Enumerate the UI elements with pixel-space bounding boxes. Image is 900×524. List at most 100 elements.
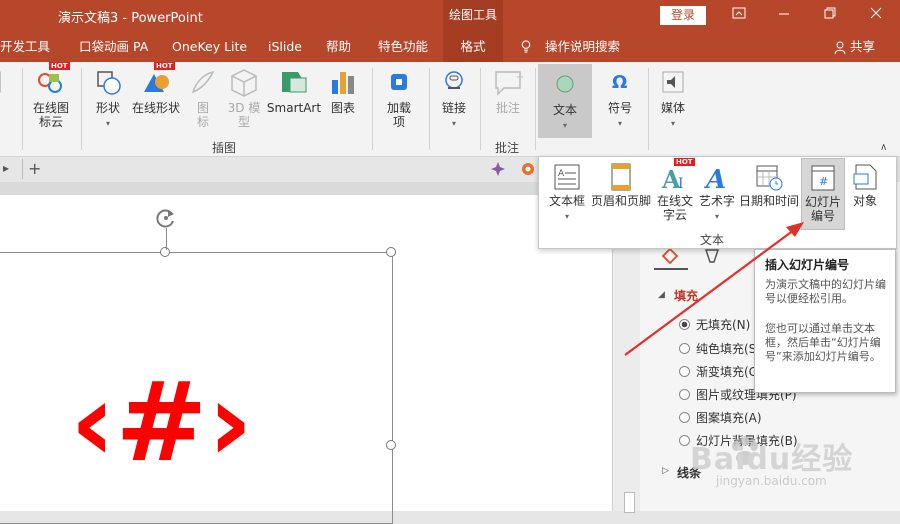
icons-button[interactable]: 图标: [186, 66, 220, 129]
symbols-button[interactable]: Ω 符号 ▾: [600, 66, 640, 131]
svg-text:I: I: [678, 176, 684, 192]
tell-me-search[interactable]: 操作说明搜索: [545, 32, 620, 62]
expand-line-icon[interactable]: ▷: [662, 466, 669, 476]
radio-icon: [679, 366, 690, 377]
tab-developer[interactable]: 开发工具: [0, 32, 50, 62]
login-button[interactable]: 登录: [660, 6, 706, 25]
chevron-down-icon: ▾: [617, 119, 622, 128]
pattern-fill-option[interactable]: 图案填充(A): [679, 409, 762, 426]
header-footer-button[interactable]: 页眉和页脚: [589, 162, 653, 208]
restore-icon[interactable]: [818, 4, 842, 26]
resize-handle-right[interactable]: [386, 440, 396, 450]
online-icon-cloud-label: 在线图标云: [32, 101, 69, 129]
text-button[interactable]: 文本 ▾: [538, 64, 592, 138]
media-button[interactable]: 媒体 ▾: [654, 66, 692, 131]
resize-handle-top-right[interactable]: [386, 247, 396, 257]
slide-number-placeholder-symbol[interactable]: ‹#›: [70, 367, 253, 477]
tab-format[interactable]: 格式: [443, 32, 503, 62]
symbols-label: 符号: [607, 101, 632, 115]
comment-button[interactable]: + 批注: [490, 66, 526, 115]
shapes-icon: [92, 66, 124, 98]
tab-help[interactable]: 帮助: [326, 32, 351, 62]
addins-icon: [383, 66, 415, 98]
addins-label: 加载项: [386, 101, 411, 129]
gear-icon[interactable]: [520, 161, 536, 177]
link-label: 链接: [441, 101, 466, 115]
online-icon-cloud-button[interactable]: HOT 在线图标云: [28, 62, 74, 129]
group-label-comments: 批注: [495, 141, 520, 155]
tab-islide[interactable]: iSlide: [268, 32, 302, 62]
svg-text:#: #: [819, 175, 828, 188]
online-shapes-label: 在线形状: [131, 101, 180, 115]
online-shapes-button[interactable]: HOT 在线形状: [130, 62, 182, 115]
scroll-tabs-left-icon[interactable]: ▸: [3, 161, 9, 175]
radio-icon: [679, 412, 690, 423]
3d-models-button[interactable]: 3D 模型: [224, 66, 264, 129]
online-text-cloud-button[interactable]: AI HOT 在线文字云: [653, 158, 697, 222]
calendar-clock-icon: [754, 162, 784, 192]
watermark-brand: Baidu经验: [690, 442, 854, 477]
scrollbar-thumb[interactable]: [624, 492, 635, 513]
link-button[interactable]: 链接 ▾: [436, 66, 472, 131]
title-bar: 演示文稿3 - PowerPoint 绘图工具 登录: [0, 0, 900, 32]
user-icon[interactable]: [834, 41, 846, 54]
media-label: 媒体: [660, 101, 685, 115]
baidu-jingyan-watermark: Baidu经验 jingyan.baidu.com: [690, 432, 880, 502]
addins-button[interactable]: 加载项: [380, 66, 418, 129]
date-time-button[interactable]: 日期和时间: [737, 162, 801, 208]
icons-icon: [187, 66, 219, 98]
bar-chart-icon: [327, 66, 359, 98]
gradient-fill-option[interactable]: 渐变填充(G): [679, 363, 763, 380]
annotation-arrow: [624, 222, 804, 356]
resize-handle-top[interactable]: [160, 247, 170, 257]
share-button[interactable]: 共享: [850, 32, 875, 62]
wordart-icon: A: [702, 162, 732, 195]
comment-label: 批注: [495, 101, 520, 115]
close-icon[interactable]: [864, 4, 888, 26]
text-group-icon: [549, 68, 581, 100]
add-tab-icon[interactable]: +: [28, 159, 41, 178]
chevron-down-icon: ▾: [670, 119, 675, 128]
link-icon: [438, 66, 470, 98]
slide[interactable]: ‹#›: [0, 195, 612, 524]
chart-label: 图表: [330, 101, 355, 115]
slide-number-icon: #: [808, 163, 838, 193]
shapes-button[interactable]: 形状 ▾: [90, 66, 126, 131]
svg-text:A: A: [703, 165, 726, 192]
chevron-down-icon: ▾: [105, 119, 110, 128]
svg-text:+: +: [516, 72, 524, 83]
tab-features[interactable]: 特色功能: [378, 32, 428, 62]
chevron-down-icon: ▾: [451, 119, 456, 128]
chart-button[interactable]: 图表: [326, 66, 360, 115]
ribbon-display-options-icon[interactable]: [727, 4, 751, 26]
collapse-ribbon-icon[interactable]: ∧: [880, 142, 887, 153]
text-label: 文本: [552, 103, 577, 117]
watermark-url: jingyan.baidu.com: [716, 474, 827, 488]
rotate-handle-icon[interactable]: [154, 206, 178, 230]
svg-text:A: A: [558, 169, 565, 179]
object-button[interactable]: 对象: [845, 162, 885, 208]
chevron-down-icon: ▾: [564, 212, 569, 221]
svg-text:Ω: Ω: [612, 72, 627, 93]
comment-icon: +: [492, 66, 524, 98]
omega-icon: Ω: [604, 66, 636, 98]
smartart-icon: [278, 66, 310, 98]
window-title: 演示文稿3 - PowerPoint: [58, 11, 203, 26]
chevron-down-icon: ▾: [562, 121, 567, 130]
smartart-label: SmartArt: [266, 101, 322, 115]
ribbon: HOT 在线图标云 形状 ▾ HOT 在线形状 图标 3D 模型 SmartArt: [0, 62, 900, 157]
icons-label: 图标: [196, 101, 209, 129]
smartart-button[interactable]: SmartArt: [266, 66, 322, 115]
menu-bar: 开发工具 口袋动画 PA OneKey Lite iSlide 帮助 特色功能 …: [0, 32, 900, 62]
object-icon: [850, 162, 880, 192]
speaker-icon: [657, 66, 689, 98]
minimize-icon[interactable]: [772, 4, 796, 26]
cut-off-ribbon-item[interactable]: [0, 66, 6, 101]
group-label-illustrations: 插图: [212, 141, 237, 155]
3d-models-label: 3D 模型: [227, 101, 261, 129]
textbox-button[interactable]: A 文本框 ▾: [545, 162, 589, 224]
tab-pocket-animation[interactable]: 口袋动画 PA: [79, 32, 148, 62]
puzzle-icon[interactable]: [490, 161, 506, 177]
drawing-tools-context-tab[interactable]: 绘图工具: [443, 0, 503, 32]
tab-onekey-lite[interactable]: OneKey Lite: [172, 32, 247, 62]
